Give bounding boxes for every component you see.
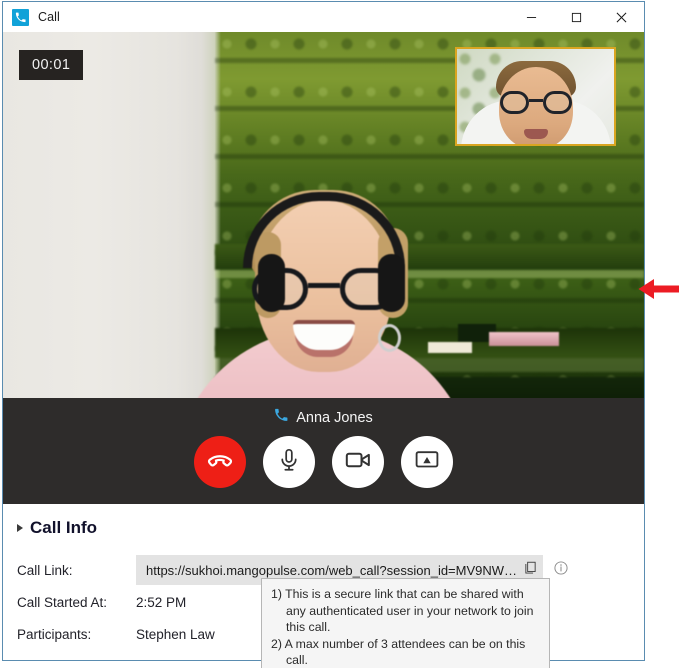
end-call-button[interactable]	[194, 436, 246, 488]
phone-icon	[12, 8, 29, 26]
mute-button[interactable]	[263, 436, 315, 488]
headphones-earcup	[378, 254, 405, 312]
figure-earring	[378, 324, 401, 352]
microphone-icon	[276, 447, 302, 478]
tooltip-line: 1) This is a secure link that can be sha…	[271, 587, 534, 634]
caller-name: Anna Jones	[296, 409, 373, 426]
headphones-earcup	[258, 254, 285, 312]
call-info-title: Call Info	[30, 518, 98, 537]
tooltip-line: 2) A max number of 3 attendees can be on…	[271, 636, 526, 668]
glasses-bridge	[528, 99, 543, 102]
call-control-bar: Anna Jones	[3, 398, 644, 504]
caller-identity: Anna Jones	[3, 408, 644, 427]
phone-icon	[274, 408, 288, 427]
call-info-panel: Call Info Call Link: https://sukhoi.mang…	[3, 504, 644, 668]
close-button[interactable]	[599, 2, 644, 32]
window-title: Call	[38, 10, 60, 24]
call-info-header[interactable]: Call Info	[17, 518, 630, 538]
self-view-thumbnail[interactable]	[455, 47, 616, 146]
window-controls	[509, 2, 644, 32]
call-started-value: 2:52 PM	[136, 594, 187, 610]
self-figure-mouth	[523, 129, 548, 139]
video-camera-icon	[344, 446, 372, 479]
maximize-button[interactable]	[554, 2, 599, 32]
share-screen-button[interactable]	[401, 436, 453, 488]
call-started-label: Call Started At:	[17, 594, 108, 610]
annotation-arrow	[637, 276, 679, 302]
screen-share-icon	[414, 447, 440, 478]
call-timer: 00:01	[19, 50, 84, 80]
participants-value: Stephen Law	[136, 626, 215, 642]
participants-label: Participants:	[17, 626, 92, 642]
video-button[interactable]	[332, 436, 384, 488]
call-window: Call 00:01 Anna Jones Call Info Call Lin…	[2, 1, 645, 668]
info-circle-icon[interactable]	[553, 560, 569, 581]
glasses-lens	[542, 91, 572, 114]
self-figure-glasses	[499, 91, 572, 114]
call-action-buttons	[3, 436, 644, 488]
minimize-button[interactable]	[509, 2, 554, 32]
call-link-tooltip: 1) This is a secure link that can be sha…	[261, 578, 550, 668]
glasses-bridge	[307, 283, 340, 288]
video-stage: 00:01 Anna Jones	[3, 32, 644, 504]
screenshot-root: Call 00:01 Anna Jones Call Info Call Lin…	[0, 0, 683, 668]
glasses-lens	[499, 91, 529, 114]
self-view-scene	[457, 49, 614, 144]
call-link-value: https://sukhoi.mangopulse.com/web_call?s…	[146, 562, 518, 578]
hangup-icon	[206, 446, 234, 479]
call-link-label: Call Link:	[17, 562, 73, 578]
copy-icon[interactable]	[523, 560, 538, 580]
title-bar: Call	[3, 2, 644, 32]
chevron-right-icon[interactable]	[17, 524, 23, 532]
